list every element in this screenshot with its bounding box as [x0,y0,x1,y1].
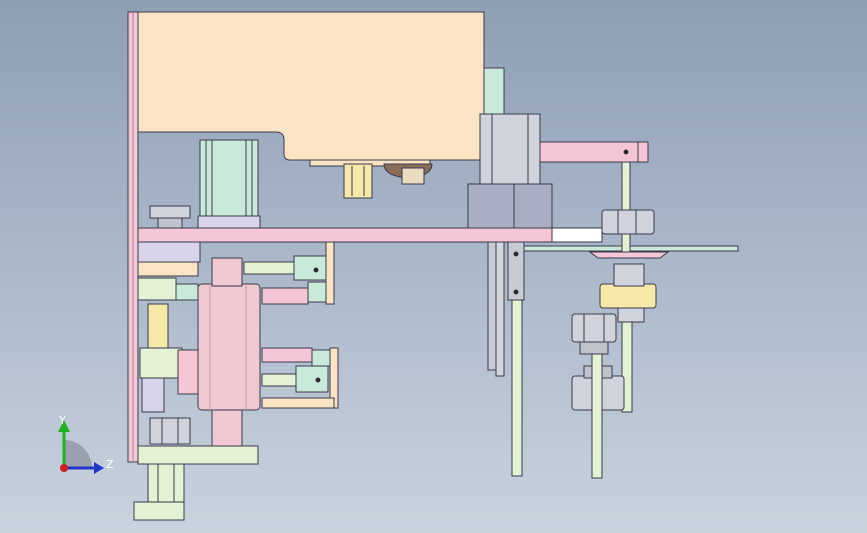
base-foot[interactable] [147,463,185,505]
vertical-shaft[interactable] [591,353,603,479]
slide-block[interactable] [467,183,553,233]
upper-guide[interactable] [325,241,335,305]
coordinate-triad: Y Z [58,414,114,474]
main-frame-bar[interactable] [137,227,553,243]
roller-top[interactable] [601,209,655,235]
roller-mid[interactable] [599,283,657,309]
side-block-green[interactable] [137,277,177,301]
support-post[interactable] [621,161,631,253]
center-shaft[interactable] [343,163,373,199]
roller-lower[interactable] [571,313,617,343]
guide-post[interactable] [483,67,505,119]
y-axis-label: Y [58,414,66,427]
side-block-mid[interactable] [139,347,183,379]
rod-a[interactable] [487,241,497,371]
support-arm[interactable] [539,141,649,163]
long-rod[interactable] [511,299,523,477]
small-wheel[interactable] [149,417,191,445]
side-block-top[interactable] [137,241,201,263]
rod-b[interactable] [495,241,505,377]
base-plate[interactable] [137,445,259,465]
piston-rod[interactable] [211,409,243,449]
upper-housing[interactable] [137,11,485,161]
main-cylinder[interactable] [197,283,261,411]
motor-body[interactable] [199,139,259,219]
lower-clamp[interactable] [295,365,329,393]
assembly-model[interactable] [0,0,867,533]
z-arrow-head [94,462,104,474]
lower-arm[interactable] [261,347,313,363]
upper-sleeve[interactable] [479,113,541,187]
base-pad[interactable] [133,501,185,521]
upper-arm[interactable] [243,261,295,275]
upper-clamp[interactable] [293,255,327,281]
triad-quadrant [64,440,92,468]
knob-top[interactable] [149,205,191,219]
cad-viewport[interactable]: Y Z [0,0,867,533]
x-axis-dot [60,464,68,472]
small-boss [401,167,425,185]
z-axis-label: Z [106,458,114,471]
cylinder-cap[interactable] [211,257,243,287]
